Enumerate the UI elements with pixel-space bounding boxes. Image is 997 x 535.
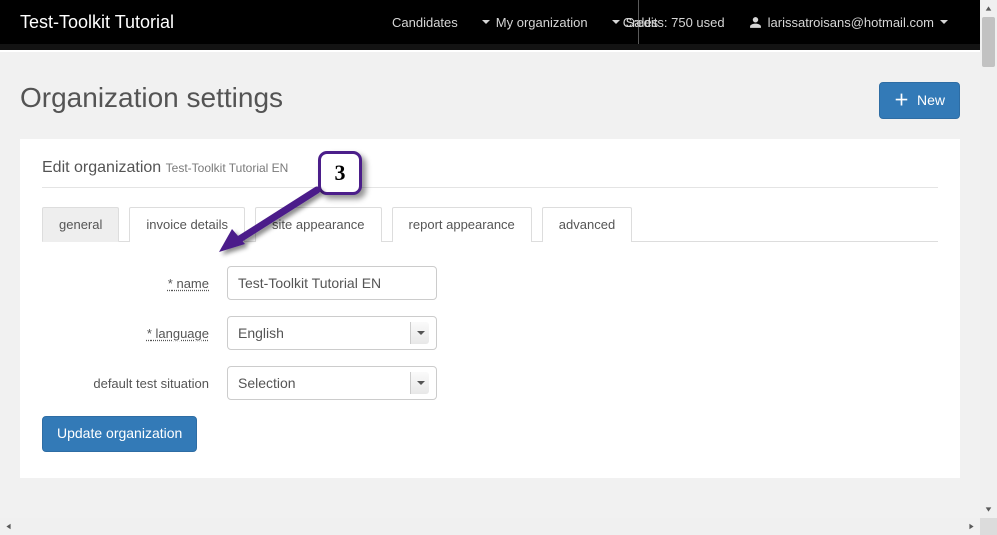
nav-candidates-label: Candidates xyxy=(392,15,458,30)
scroll-down-button[interactable] xyxy=(980,501,997,518)
credits-label: Credits: 750 used xyxy=(623,15,725,30)
plus-icon: ＋ xyxy=(894,90,909,111)
vscroll-track[interactable] xyxy=(980,17,997,501)
caret-down-icon xyxy=(482,20,490,24)
tab-advanced-label: advanced xyxy=(559,217,615,232)
nav-my-organization-label: My organization xyxy=(496,15,588,30)
scroll-up-button[interactable] xyxy=(980,0,997,17)
new-button[interactable]: ＋ New xyxy=(879,82,960,119)
user-email-label: larissatroisans@hotmail.com xyxy=(768,15,934,30)
tab-site-appearance[interactable]: site appearance xyxy=(255,207,382,242)
scroll-right-button[interactable] xyxy=(963,518,980,535)
label-language-text: language xyxy=(156,326,210,341)
form-row-default-situation: default test situation Selection xyxy=(42,366,938,400)
select-default-situation[interactable]: Selection xyxy=(227,366,437,400)
scrollbar-corner xyxy=(980,518,997,535)
nav-right-group: Credits: 750 used larissatroisans@hotmai… xyxy=(597,0,960,44)
tab-invoice-details-label: invoice details xyxy=(146,217,228,232)
tabs: general invoice details site appearance … xyxy=(42,206,938,242)
update-organization-label: Update organization xyxy=(57,424,182,444)
label-name: * name xyxy=(42,276,227,291)
form-actions: Update organization xyxy=(42,416,938,452)
caret-down-icon xyxy=(940,20,948,24)
vscroll-thumb[interactable] xyxy=(982,17,995,67)
input-name[interactable] xyxy=(227,266,437,300)
user-menu[interactable]: larissatroisans@hotmail.com xyxy=(737,0,960,44)
tab-report-appearance-label: report appearance xyxy=(409,217,515,232)
label-name-text: name xyxy=(176,276,209,291)
tab-general[interactable]: general xyxy=(42,207,119,242)
tab-general-label: general xyxy=(59,217,102,232)
viewport: Test-Toolkit Tutorial Candidates My orga… xyxy=(0,0,997,535)
new-button-label: New xyxy=(917,91,945,111)
form-row-name: * name xyxy=(42,266,938,300)
page-scroll-area: Test-Toolkit Tutorial Candidates My orga… xyxy=(0,0,980,518)
select-language[interactable]: English xyxy=(227,316,437,350)
secondary-bar xyxy=(0,44,980,52)
form-row-language: * language English xyxy=(42,316,938,350)
update-organization-button[interactable]: Update organization xyxy=(42,416,197,452)
panel-heading: Edit organization Test-Toolkit Tutorial … xyxy=(42,159,938,188)
nav-candidates[interactable]: Candidates xyxy=(380,0,470,44)
vertical-scrollbar[interactable] xyxy=(980,0,997,518)
horizontal-scrollbar[interactable] xyxy=(0,518,980,535)
page-title: Organization settings xyxy=(20,82,283,114)
tab-report-appearance[interactable]: report appearance xyxy=(392,207,532,242)
page-body: Organization settings ＋ New Edit organiz… xyxy=(0,52,980,478)
panel-subheading: Test-Toolkit Tutorial EN xyxy=(166,161,289,175)
tab-advanced[interactable]: advanced xyxy=(542,207,632,242)
nav-my-organization[interactable]: My organization xyxy=(470,0,600,44)
tab-invoice-details[interactable]: invoice details xyxy=(129,207,245,242)
label-language: * language xyxy=(42,326,227,341)
settings-panel: Edit organization Test-Toolkit Tutorial … xyxy=(20,139,960,478)
page-header-row: Organization settings ＋ New xyxy=(20,82,960,119)
credits-indicator[interactable]: Credits: 750 used xyxy=(611,0,737,44)
label-default-situation-text: default test situation xyxy=(93,376,209,391)
label-default-situation: default test situation xyxy=(42,376,227,391)
select-default-situation-wrap: Selection xyxy=(227,366,437,400)
user-icon xyxy=(749,16,762,29)
top-navbar: Test-Toolkit Tutorial Candidates My orga… xyxy=(0,0,980,44)
panel-heading-text: Edit organization xyxy=(42,159,161,176)
brand-title[interactable]: Test-Toolkit Tutorial xyxy=(20,12,174,33)
select-language-wrap: English xyxy=(227,316,437,350)
tab-site-appearance-label: site appearance xyxy=(272,217,365,232)
scroll-left-button[interactable] xyxy=(0,518,17,535)
